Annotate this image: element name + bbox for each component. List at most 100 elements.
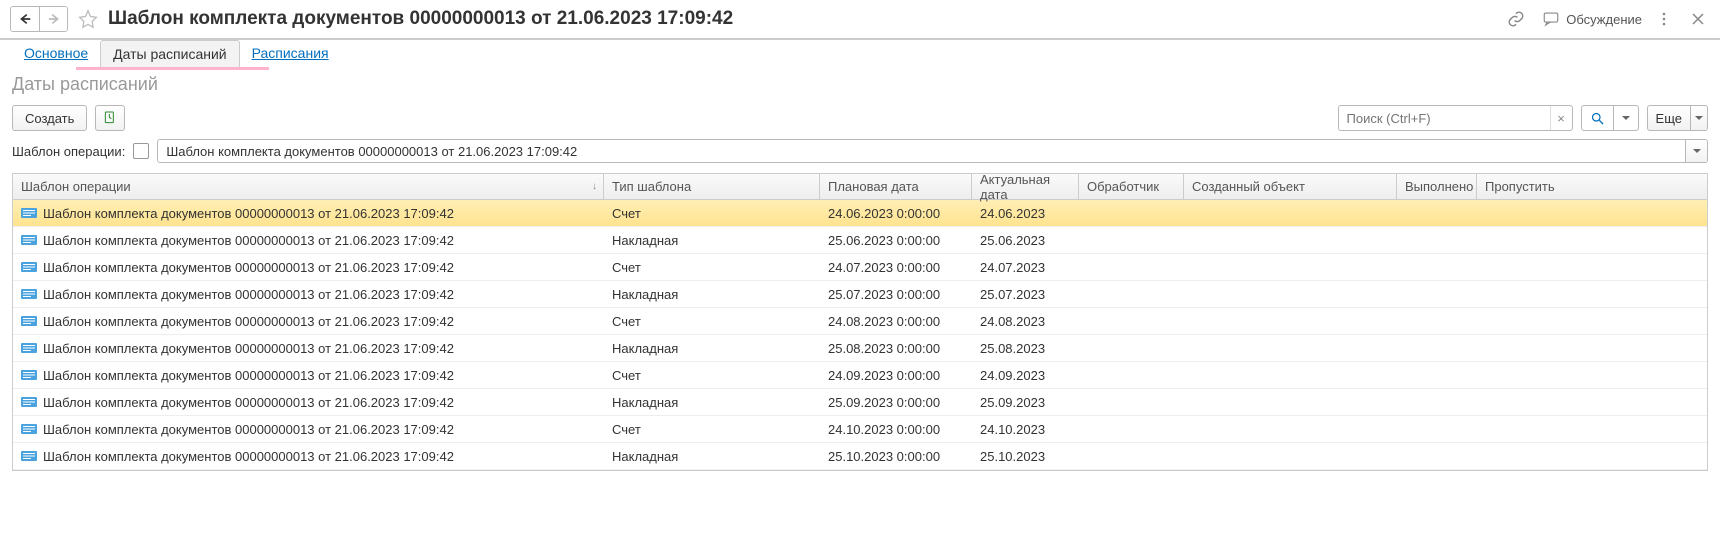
cell-handler <box>1079 335 1184 361</box>
table-row[interactable]: Шаблон комплекта документов 00000000013 … <box>13 389 1707 416</box>
more-dropdown-icon[interactable] <box>1690 106 1707 130</box>
cell-plan: 25.10.2023 0:00:00 <box>820 443 972 469</box>
cell-plan: 24.07.2023 0:00:00 <box>820 254 972 280</box>
cell-plan: 24.06.2023 0:00:00 <box>820 200 972 226</box>
cell-done <box>1397 335 1477 361</box>
table-row[interactable]: Шаблон комплекта документов 00000000013 … <box>13 362 1707 389</box>
column-header[interactable]: Актуальная дата <box>972 174 1079 199</box>
cell-skip <box>1477 254 1562 280</box>
cell-skip <box>1477 443 1562 469</box>
cell-op: Шаблон комплекта документов 00000000013 … <box>43 368 454 383</box>
cell-done <box>1397 308 1477 334</box>
cell-handler <box>1079 254 1184 280</box>
filter-field[interactable]: Шаблон комплекта документов 00000000013 … <box>157 139 1708 163</box>
cell-skip <box>1477 362 1562 388</box>
cell-actual: 25.10.2023 <box>972 443 1079 469</box>
find-dropdown-icon[interactable] <box>1613 106 1638 130</box>
filter-checkbox[interactable] <box>133 143 149 159</box>
grid-header: Шаблон операции↓Тип шаблонаПлановая дата… <box>13 174 1707 200</box>
document-icon <box>21 207 37 219</box>
filter-label: Шаблон операции: <box>12 144 125 159</box>
search-field[interactable]: × <box>1338 105 1573 131</box>
table-row[interactable]: Шаблон комплекта документов 00000000013 … <box>13 416 1707 443</box>
find-button-group <box>1581 105 1639 131</box>
create-button[interactable]: Создать <box>12 105 87 131</box>
tab-0[interactable]: Основное <box>12 40 100 67</box>
cell-actual: 24.07.2023 <box>972 254 1079 280</box>
nav-back-button[interactable] <box>11 7 39 31</box>
filter-dropdown-icon[interactable] <box>1685 140 1707 162</box>
sort-arrow-icon: ↓ <box>592 181 597 192</box>
nav-forward-button[interactable] <box>39 7 67 31</box>
cell-created <box>1184 389 1397 415</box>
cell-created <box>1184 200 1397 226</box>
column-header[interactable]: Тип шаблона <box>604 174 820 199</box>
cell-done <box>1397 362 1477 388</box>
cell-skip <box>1477 416 1562 442</box>
kebab-menu-icon[interactable] <box>1652 7 1676 31</box>
cell-handler <box>1079 416 1184 442</box>
table-row[interactable]: Шаблон комплекта документов 00000000013 … <box>13 227 1707 254</box>
document-icon <box>21 450 37 462</box>
table-row[interactable]: Шаблон комплекта документов 00000000013 … <box>13 200 1707 227</box>
column-header[interactable]: Выполнено <box>1397 174 1477 199</box>
cell-actual: 24.06.2023 <box>972 200 1079 226</box>
cell-plan: 24.08.2023 0:00:00 <box>820 308 972 334</box>
cell-handler <box>1079 389 1184 415</box>
cell-op: Шаблон комплекта документов 00000000013 … <box>43 341 454 356</box>
cell-op: Шаблон комплекта документов 00000000013 … <box>43 422 454 437</box>
cell-op: Шаблон комплекта документов 00000000013 … <box>43 233 454 248</box>
cell-plan: 25.06.2023 0:00:00 <box>820 227 972 253</box>
tab-1[interactable]: Даты расписаний <box>100 40 239 67</box>
cell-type: Счет <box>604 362 820 388</box>
refresh-button[interactable] <box>95 105 125 131</box>
find-button[interactable] <box>1582 106 1613 130</box>
cell-type: Накладная <box>604 443 820 469</box>
column-header[interactable]: Пропустить <box>1477 174 1562 199</box>
search-input[interactable] <box>1339 111 1550 126</box>
cell-actual: 24.10.2023 <box>972 416 1079 442</box>
cell-handler <box>1079 200 1184 226</box>
cell-actual: 25.07.2023 <box>972 281 1079 307</box>
filter-value: Шаблон комплекта документов 00000000013 … <box>158 140 1685 162</box>
cell-handler <box>1079 308 1184 334</box>
cell-handler <box>1079 443 1184 469</box>
favorite-star-icon[interactable] <box>76 7 100 31</box>
link-icon[interactable] <box>1504 7 1528 31</box>
document-icon <box>21 342 37 354</box>
cell-actual: 25.09.2023 <box>972 389 1079 415</box>
cell-done <box>1397 254 1477 280</box>
close-icon[interactable] <box>1686 7 1710 31</box>
search-clear-icon[interactable]: × <box>1550 106 1572 130</box>
table-row[interactable]: Шаблон комплекта документов 00000000013 … <box>13 308 1707 335</box>
tab-2[interactable]: Расписания <box>240 40 341 67</box>
cell-skip <box>1477 308 1562 334</box>
cell-handler <box>1079 362 1184 388</box>
column-header[interactable]: Шаблон операции↓ <box>13 174 604 199</box>
table-row[interactable]: Шаблон комплекта документов 00000000013 … <box>13 281 1707 308</box>
document-icon <box>21 261 37 273</box>
more-button[interactable]: Еще <box>1648 106 1690 130</box>
table-row[interactable]: Шаблон комплекта документов 00000000013 … <box>13 443 1707 470</box>
document-icon <box>21 234 37 246</box>
cell-actual: 24.09.2023 <box>972 362 1079 388</box>
cell-handler <box>1079 227 1184 253</box>
column-header[interactable]: Обработчик <box>1079 174 1184 199</box>
table-row[interactable]: Шаблон комплекта документов 00000000013 … <box>13 254 1707 281</box>
cell-done <box>1397 416 1477 442</box>
table-row[interactable]: Шаблон комплекта документов 00000000013 … <box>13 335 1707 362</box>
document-icon <box>21 369 37 381</box>
column-header[interactable]: Созданный объект <box>1184 174 1397 199</box>
document-icon <box>21 423 37 435</box>
cell-op: Шаблон комплекта документов 00000000013 … <box>43 206 454 221</box>
cell-type: Накладная <box>604 281 820 307</box>
cell-op: Шаблон комплекта документов 00000000013 … <box>43 314 454 329</box>
chat-icon <box>1542 10 1560 28</box>
cell-actual: 25.06.2023 <box>972 227 1079 253</box>
cell-op: Шаблон комплекта документов 00000000013 … <box>43 449 454 464</box>
column-header[interactable]: Плановая дата <box>820 174 972 199</box>
cell-created <box>1184 335 1397 361</box>
discuss-button[interactable]: Обсуждение <box>1542 10 1642 28</box>
cell-type: Счет <box>604 308 820 334</box>
cell-created <box>1184 362 1397 388</box>
